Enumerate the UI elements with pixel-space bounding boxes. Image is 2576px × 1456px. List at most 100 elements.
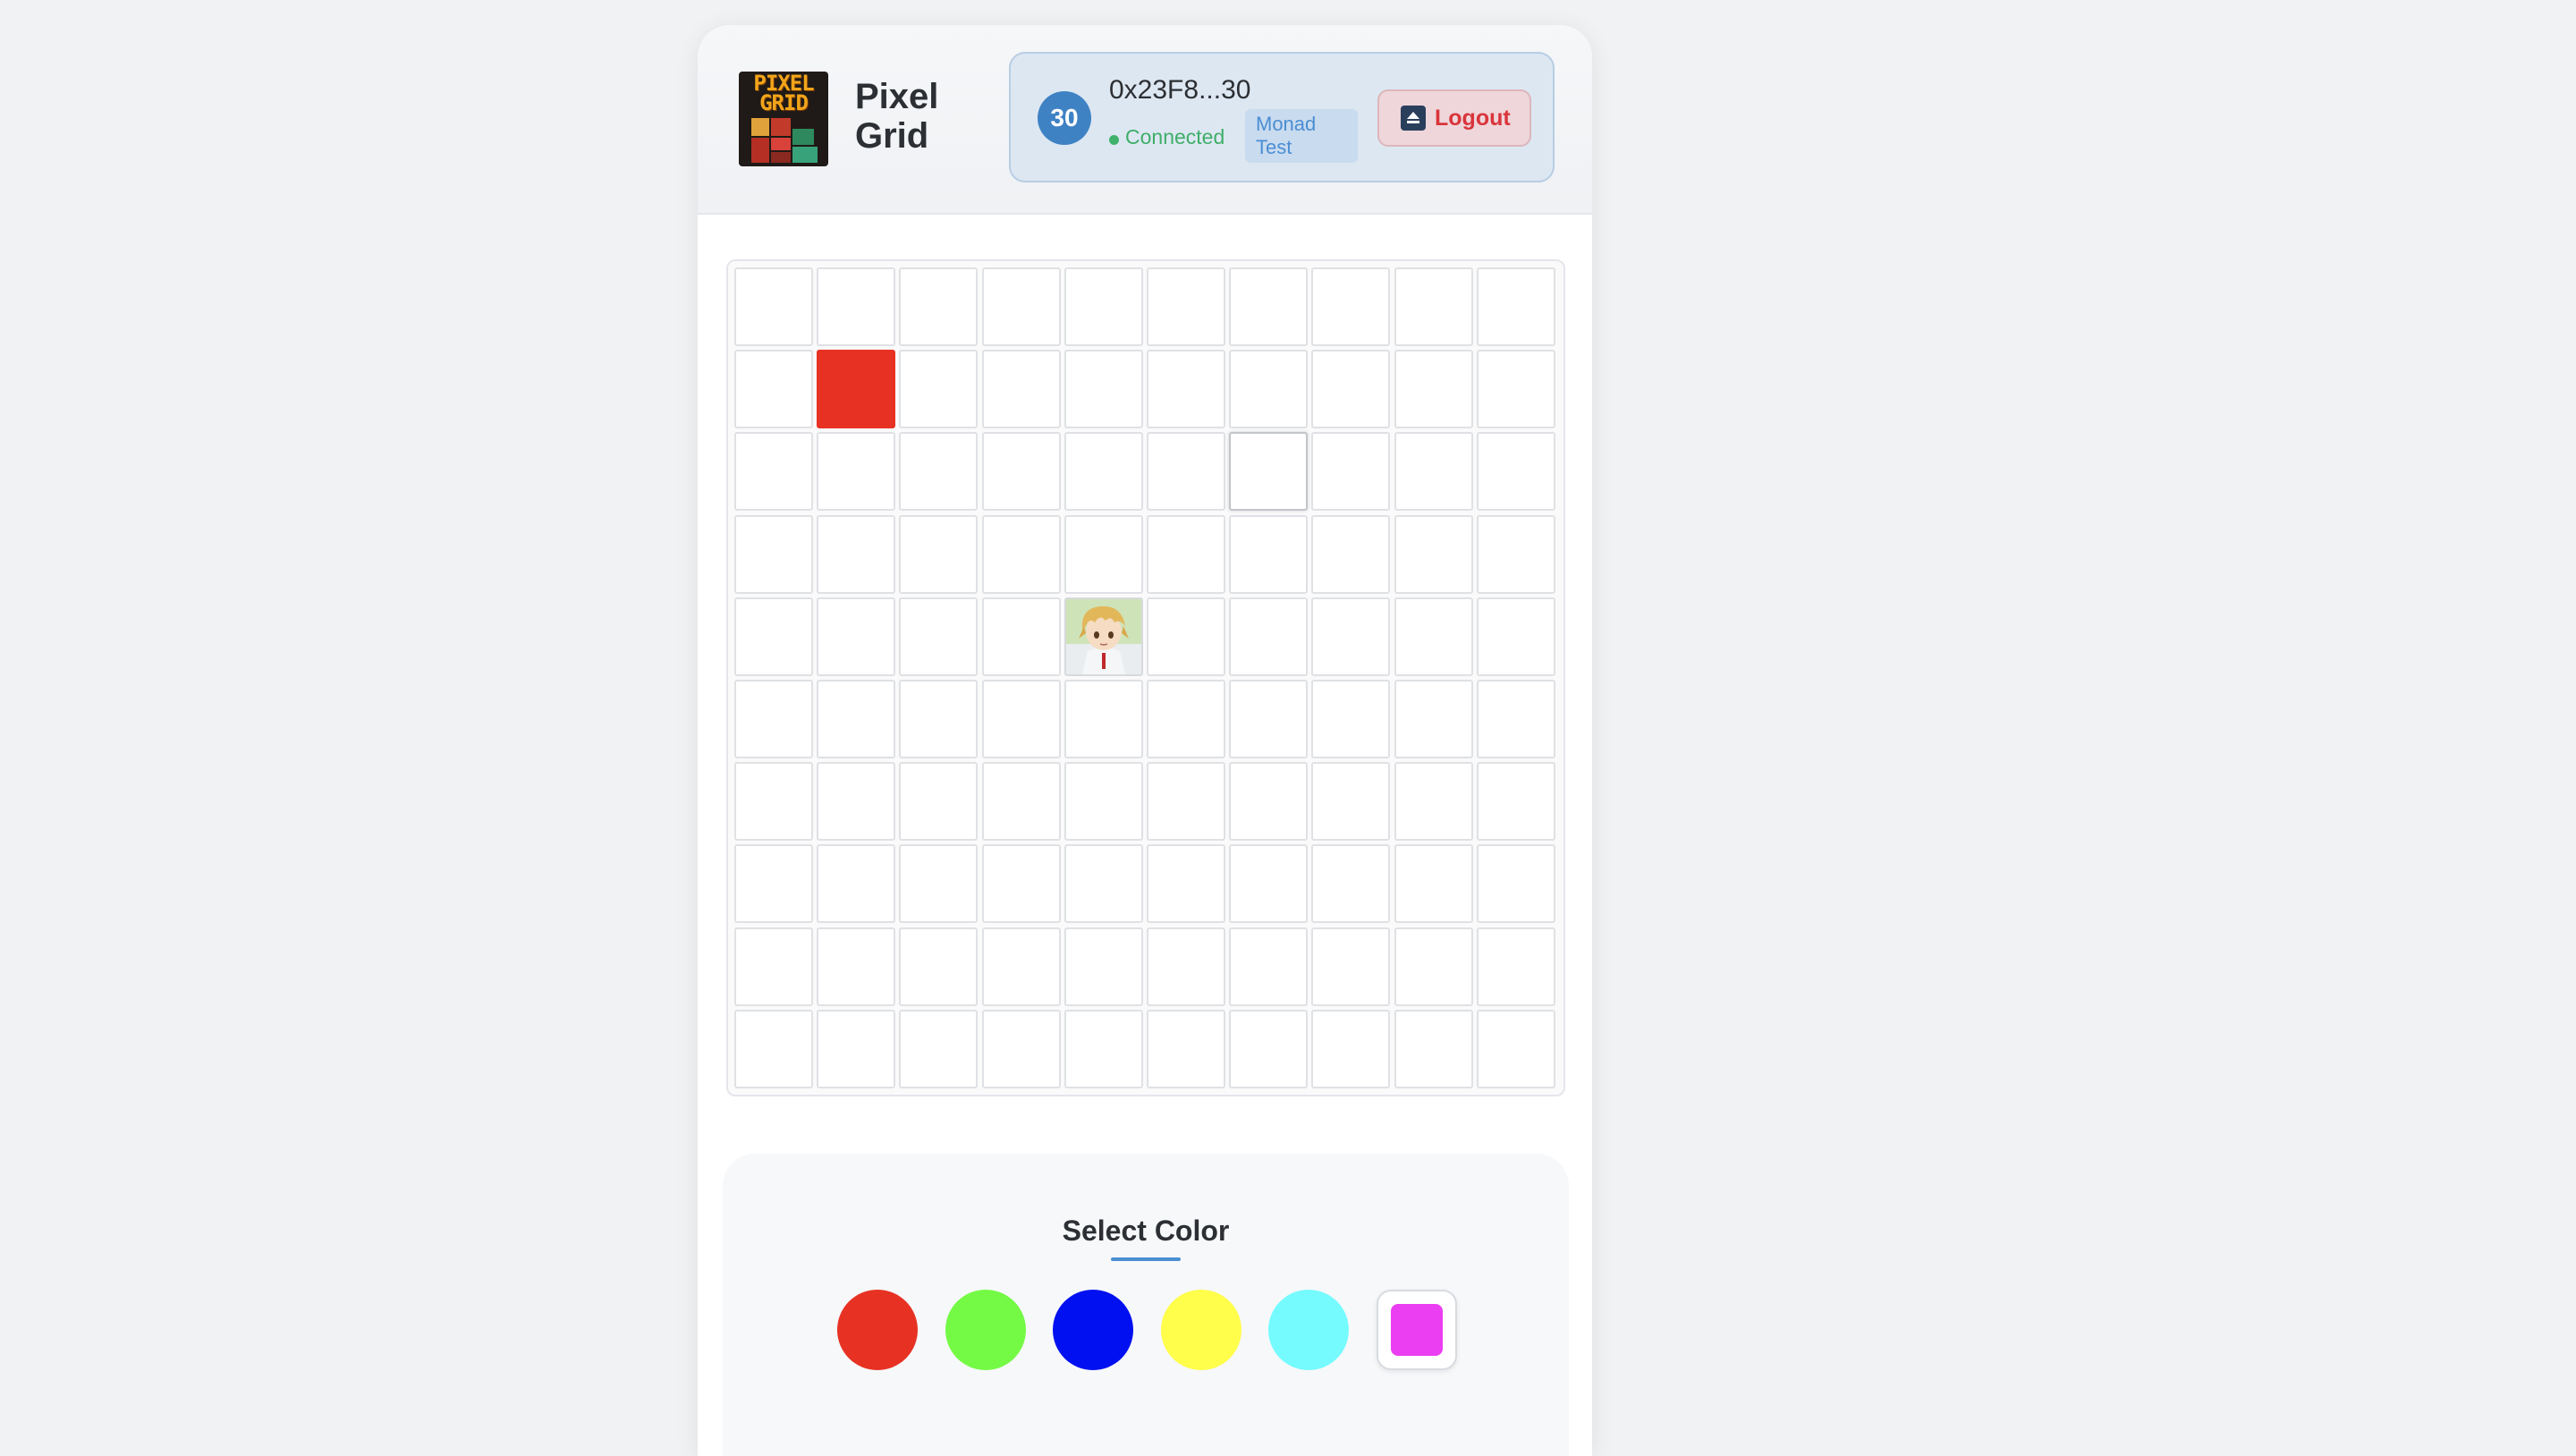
grid-cell[interactable] <box>981 350 1061 429</box>
grid-cell[interactable] <box>1476 350 1555 429</box>
grid-cell[interactable] <box>1229 679 1309 758</box>
color-swatch-magenta-selected[interactable] <box>1376 1290 1457 1370</box>
grid-cell[interactable] <box>1476 1009 1555 1088</box>
grid-cell[interactable] <box>1229 432 1309 512</box>
grid-cell[interactable] <box>1229 844 1309 924</box>
grid-cell[interactable] <box>1311 1009 1391 1088</box>
color-swatch-red[interactable] <box>837 1290 918 1370</box>
grid-cell[interactable] <box>1476 844 1555 924</box>
grid-cell[interactable] <box>734 927 813 1006</box>
grid-cell[interactable] <box>1146 350 1225 429</box>
grid-cell[interactable] <box>899 679 979 758</box>
grid-cell[interactable] <box>817 1009 896 1088</box>
grid-cell[interactable] <box>1063 844 1143 924</box>
grid-cell[interactable] <box>1311 762 1391 842</box>
grid-cell[interactable] <box>1063 762 1143 842</box>
grid-cell[interactable] <box>1476 514 1555 594</box>
grid-cell[interactable] <box>1394 762 1473 842</box>
grid-cell[interactable] <box>1063 597 1143 676</box>
color-swatch-cyan[interactable] <box>1268 1290 1349 1370</box>
grid-cell[interactable] <box>1476 762 1555 842</box>
grid-cell[interactable] <box>817 679 896 758</box>
grid-cell[interactable] <box>1311 597 1391 676</box>
grid-cell[interactable] <box>1146 514 1225 594</box>
grid-cell[interactable] <box>1394 1009 1473 1088</box>
grid-cell[interactable] <box>1063 1009 1143 1088</box>
grid-cell[interactable] <box>899 432 979 512</box>
grid-cell[interactable] <box>817 267 896 346</box>
grid-cell[interactable] <box>899 350 979 429</box>
grid-cell[interactable] <box>1063 432 1143 512</box>
grid-cell[interactable] <box>899 267 979 346</box>
color-swatch-green[interactable] <box>945 1290 1026 1370</box>
grid-cell[interactable] <box>1146 844 1225 924</box>
grid-cell[interactable] <box>1476 927 1555 1006</box>
grid-cell[interactable] <box>981 844 1061 924</box>
grid-cell[interactable] <box>1394 927 1473 1006</box>
grid-cell[interactable] <box>817 844 896 924</box>
grid-cell[interactable] <box>1229 762 1309 842</box>
grid-cell[interactable] <box>1476 597 1555 676</box>
grid-cell[interactable] <box>899 844 979 924</box>
grid-cell[interactable] <box>1229 514 1309 594</box>
grid-cell[interactable] <box>1229 350 1309 429</box>
grid-cell[interactable] <box>734 844 813 924</box>
grid-cell[interactable] <box>981 1009 1061 1088</box>
grid-cell[interactable] <box>1146 597 1225 676</box>
grid-cell[interactable] <box>817 350 896 429</box>
grid-cell[interactable] <box>817 927 896 1006</box>
grid-cell[interactable] <box>1311 267 1391 346</box>
grid-cell[interactable] <box>1146 762 1225 842</box>
grid-cell[interactable] <box>981 514 1061 594</box>
grid-cell[interactable] <box>1229 927 1309 1006</box>
grid-cell[interactable] <box>899 514 979 594</box>
grid-cell[interactable] <box>1063 267 1143 346</box>
grid-cell[interactable] <box>1311 927 1391 1006</box>
grid-cell[interactable] <box>1311 844 1391 924</box>
grid-cell[interactable] <box>1229 267 1309 346</box>
grid-cell[interactable] <box>1063 350 1143 429</box>
grid-cell[interactable] <box>1394 432 1473 512</box>
grid-cell[interactable] <box>1394 679 1473 758</box>
grid-cell[interactable] <box>734 267 813 346</box>
grid-cell[interactable] <box>1146 679 1225 758</box>
grid-cell[interactable] <box>734 597 813 676</box>
grid-cell[interactable] <box>734 432 813 512</box>
grid-cell[interactable] <box>817 762 896 842</box>
grid-cell[interactable] <box>1146 1009 1225 1088</box>
grid-cell[interactable] <box>1229 1009 1309 1088</box>
color-swatch-yellow[interactable] <box>1160 1290 1241 1370</box>
grid-cell[interactable] <box>1476 679 1555 758</box>
grid-cell[interactable] <box>899 597 979 676</box>
grid-cell[interactable] <box>1146 927 1225 1006</box>
grid-cell[interactable] <box>981 432 1061 512</box>
grid-cell[interactable] <box>734 350 813 429</box>
grid-cell[interactable] <box>981 597 1061 676</box>
grid-cell[interactable] <box>1394 844 1473 924</box>
grid-cell[interactable] <box>1394 597 1473 676</box>
grid-cell[interactable] <box>1476 267 1555 346</box>
grid-cell[interactable] <box>734 679 813 758</box>
grid-cell[interactable] <box>1229 597 1309 676</box>
grid-cell[interactable] <box>1311 514 1391 594</box>
grid-cell[interactable] <box>981 267 1061 346</box>
grid-cell[interactable] <box>817 514 896 594</box>
grid-cell[interactable] <box>981 927 1061 1006</box>
grid-cell[interactable] <box>817 597 896 676</box>
grid-cell[interactable] <box>1146 432 1225 512</box>
grid-cell[interactable] <box>981 679 1061 758</box>
grid-cell[interactable] <box>1063 514 1143 594</box>
grid-cell[interactable] <box>899 927 979 1006</box>
grid-cell[interactable] <box>1476 432 1555 512</box>
grid-cell[interactable] <box>734 1009 813 1088</box>
grid-cell[interactable] <box>1311 679 1391 758</box>
grid-cell[interactable] <box>734 762 813 842</box>
grid-cell[interactable] <box>817 432 896 512</box>
grid-cell[interactable] <box>1394 267 1473 346</box>
grid-cell[interactable] <box>734 514 813 594</box>
grid-cell[interactable] <box>1311 350 1391 429</box>
grid-cell[interactable] <box>899 1009 979 1088</box>
grid-cell[interactable] <box>1063 927 1143 1006</box>
grid-cell[interactable] <box>899 762 979 842</box>
grid-cell[interactable] <box>1394 350 1473 429</box>
